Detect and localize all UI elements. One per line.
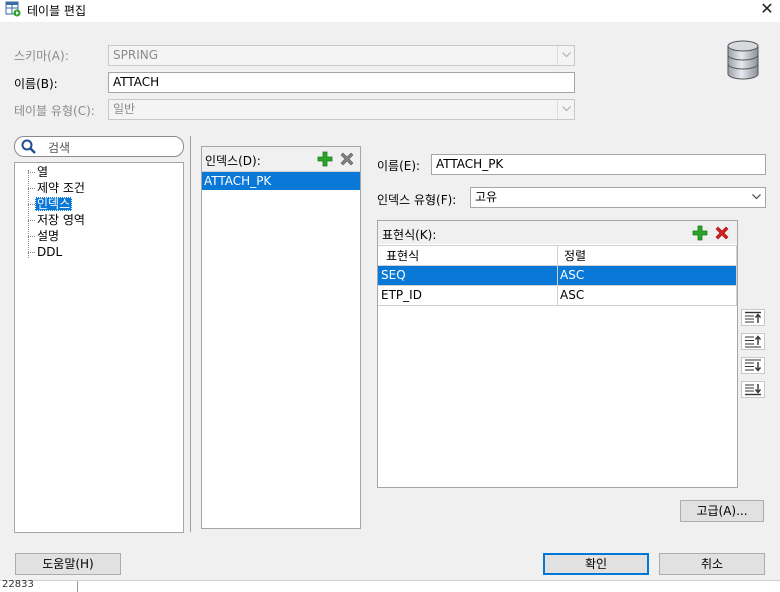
search-icon bbox=[21, 139, 37, 158]
nav-item-label: 설명 bbox=[37, 229, 60, 243]
window-title: 테이블 편집 bbox=[27, 4, 87, 18]
name-field[interactable]: ATTACH bbox=[108, 72, 575, 93]
table-type-label: 테이블 유형(C): bbox=[14, 104, 95, 118]
schema-dropdown: SPRING bbox=[108, 45, 575, 66]
name-label: 이름(B): bbox=[14, 77, 58, 91]
column-header-order[interactable]: 정렬 bbox=[558, 245, 737, 266]
table-cell-order[interactable]: ASC bbox=[558, 266, 737, 286]
index-list-panel: 인덱스(D): ATTACH_PK bbox=[201, 146, 361, 529]
table-cell-order[interactable]: ASC bbox=[558, 286, 737, 306]
status-text: 22833 bbox=[2, 579, 34, 590]
schema-value: SPRING bbox=[113, 48, 159, 62]
table-cell-expression[interactable]: SEQ bbox=[378, 266, 558, 286]
nav-item-label: 제약 조건 bbox=[37, 181, 85, 195]
expression-label: 표현식(K): bbox=[382, 228, 437, 242]
name-value: ATTACH bbox=[113, 75, 160, 89]
move-bottom-icon bbox=[745, 384, 762, 396]
move-top-button[interactable] bbox=[741, 309, 765, 326]
nav-item-storage[interactable]: 저장 영역 bbox=[28, 212, 87, 228]
table-edit-icon bbox=[5, 1, 21, 17]
index-list-header: 인덱스(D): bbox=[202, 147, 360, 172]
move-up-button[interactable] bbox=[741, 333, 765, 350]
chevron-down-icon bbox=[557, 100, 574, 119]
table-type-dropdown: 일반 bbox=[108, 99, 575, 120]
index-name-label: 이름(E): bbox=[377, 159, 421, 173]
move-bottom-button[interactable] bbox=[741, 381, 765, 398]
nav-item-label: 저장 영역 bbox=[37, 213, 85, 227]
add-icon[interactable] bbox=[317, 151, 333, 170]
search-box[interactable]: 검색 bbox=[14, 136, 184, 157]
divider bbox=[190, 136, 191, 532]
nav-item-comment[interactable]: 설명 bbox=[28, 228, 61, 244]
index-name-field[interactable]: ATTACH_PK bbox=[431, 154, 766, 175]
status-separator bbox=[77, 581, 78, 592]
nav-item-columns[interactable]: 열 bbox=[28, 164, 50, 180]
nav-item-ddl[interactable]: DDL bbox=[28, 244, 64, 260]
add-icon[interactable] bbox=[692, 225, 708, 244]
ok-button[interactable]: 확인 bbox=[543, 553, 649, 575]
table-cell-expression[interactable]: ETP_ID bbox=[378, 286, 558, 306]
remove-icon[interactable] bbox=[714, 225, 730, 244]
expression-header: 표현식(K): bbox=[378, 221, 737, 244]
column-header-expression[interactable]: 표현식 bbox=[378, 245, 558, 266]
nav-item-label: DDL bbox=[37, 245, 63, 259]
close-icon[interactable]: ✕ bbox=[757, 0, 777, 19]
nav-item-indexes[interactable]: 인덱스 bbox=[28, 196, 73, 212]
remove-icon[interactable] bbox=[339, 151, 355, 170]
chevron-down-icon bbox=[557, 46, 574, 65]
index-type-dropdown[interactable]: 고유 bbox=[470, 187, 766, 208]
title-bar: 테이블 편집 ✕ bbox=[0, 0, 780, 22]
cancel-button[interactable]: 취소 bbox=[659, 553, 765, 575]
chevron-down-icon bbox=[748, 188, 765, 207]
nav-item-label: 인덱스 bbox=[35, 197, 73, 211]
move-up-icon bbox=[745, 335, 762, 348]
background-status-strip: 22833 bbox=[0, 579, 780, 592]
search-placeholder: 검색 bbox=[48, 141, 71, 155]
expression-panel: 표현식(K): 표현식 정렬 SEQ ASC ETP_ID ASC bbox=[377, 220, 738, 488]
advanced-button[interactable]: 고급(A)... bbox=[680, 500, 764, 522]
move-down-icon bbox=[745, 359, 762, 372]
indexes-label: 인덱스(D): bbox=[205, 154, 261, 168]
nav-item-label: 열 bbox=[37, 165, 49, 179]
help-button[interactable]: 도움말(H) bbox=[15, 553, 121, 575]
move-top-icon bbox=[745, 311, 762, 323]
index-name-value: ATTACH_PK bbox=[436, 157, 504, 171]
index-type-label: 인덱스 유형(F): bbox=[377, 193, 457, 207]
index-list-item[interactable]: ATTACH_PK bbox=[202, 172, 360, 190]
schema-label: 스키마(A): bbox=[14, 49, 69, 63]
move-down-button[interactable] bbox=[741, 357, 765, 374]
nav-item-constraints[interactable]: 제약 조건 bbox=[28, 180, 87, 196]
table-type-value: 일반 bbox=[113, 102, 136, 116]
database-icon bbox=[726, 40, 760, 80]
index-type-value: 고유 bbox=[475, 190, 498, 204]
